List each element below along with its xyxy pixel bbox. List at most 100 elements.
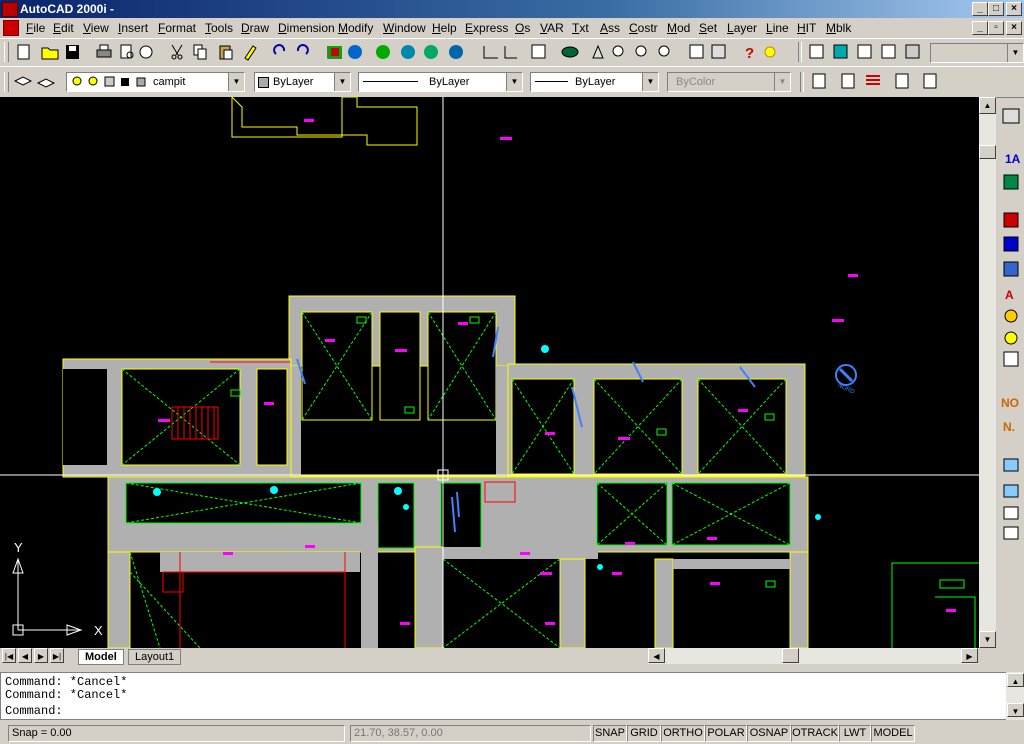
menu-dimension[interactable]: Dimension xyxy=(278,21,335,35)
menu-mblk[interactable]: Mblk xyxy=(826,21,851,35)
svg-text:NO: NO xyxy=(1001,396,1019,410)
scroll-up-button[interactable]: ▲ xyxy=(979,97,996,114)
ortho-toggle[interactable]: ORTHO xyxy=(661,725,705,742)
menu-window[interactable]: Window xyxy=(383,21,426,35)
menu-layer[interactable]: Layer xyxy=(727,21,757,35)
doc-restore-button[interactable]: ▫ xyxy=(988,21,1004,35)
viewport-toolbar-icons xyxy=(809,44,920,59)
menu-bar: File Edit View Insert Format Tools Draw … xyxy=(0,18,1024,38)
grid-toggle[interactable]: GRID xyxy=(627,725,661,742)
open-icon xyxy=(41,47,59,60)
menu-modify[interactable]: Modify xyxy=(338,21,373,35)
menu-costr[interactable]: Costr xyxy=(629,21,658,35)
zoom-realtime-icon xyxy=(612,45,624,57)
menu-help[interactable]: Help xyxy=(432,21,457,35)
command-scroll-up[interactable]: ▲ xyxy=(1007,673,1024,687)
publish-icon xyxy=(139,45,153,59)
menu-express[interactable]: Express xyxy=(465,21,508,35)
lineweight-combo[interactable]: ByLayer ▼ xyxy=(530,72,659,92)
menu-view[interactable]: View xyxy=(83,21,109,35)
undo-icon xyxy=(273,44,286,55)
ucs-axis-icon xyxy=(12,557,83,636)
layer-combo[interactable]: campit ▼ xyxy=(66,72,245,92)
horizontal-scroll-thumb[interactable] xyxy=(782,648,799,663)
close-button[interactable]: × xyxy=(1006,2,1022,16)
title-bar: AutoCAD 2000i - _ □ × xyxy=(0,0,1024,18)
polar-toggle[interactable]: POLAR xyxy=(705,725,747,742)
design-center-icon xyxy=(711,44,726,59)
zoom-previous-icon xyxy=(658,45,670,57)
otrack-toggle[interactable]: OTRACK xyxy=(791,725,839,742)
right-toolbar-icons[interactable]: 1A A NO N. xyxy=(999,97,1024,648)
command-scroll-down[interactable]: ▼ xyxy=(1007,703,1024,717)
plotstyle-value: ByColor xyxy=(676,76,716,88)
eye-icon xyxy=(561,46,579,58)
menu-ass[interactable]: Ass xyxy=(600,21,620,35)
color-value: ByLayer xyxy=(273,76,314,88)
status-bar: Snap = 0.00 21.70, 38.57, 0.00 SNAP GRID… xyxy=(0,723,1024,744)
tab-model[interactable]: Model xyxy=(78,649,124,665)
tab-next-button[interactable]: ▶ xyxy=(34,648,48,663)
menu-format[interactable]: Format xyxy=(158,21,196,35)
tab-layout1[interactable]: Layout1 xyxy=(128,649,182,665)
tab-first-button[interactable]: |◀ xyxy=(2,648,16,663)
menu-draw[interactable]: Draw xyxy=(241,21,269,35)
command-prompt[interactable]: Command: xyxy=(5,704,63,718)
scroll-left-button[interactable]: ◀ xyxy=(648,648,665,663)
lwt-toggle[interactable]: LWT xyxy=(839,725,871,742)
autocad-app-icon[interactable] xyxy=(2,2,18,17)
menu-insert[interactable]: Insert xyxy=(118,21,148,35)
scroll-down-button[interactable]: ▼ xyxy=(979,631,996,648)
zoom-extents-icon xyxy=(635,45,647,57)
linetype-combo[interactable]: ByLayer ▼ xyxy=(358,72,523,92)
browser-icon xyxy=(376,45,390,59)
color-combo[interactable]: ByLayer ▼ xyxy=(254,72,351,92)
window-title: AutoCAD 2000i - xyxy=(20,2,115,16)
minimize-button[interactable]: _ xyxy=(972,2,988,16)
block-toolbar-icons[interactable] xyxy=(808,72,948,92)
internet2-icon xyxy=(424,45,438,59)
floor-plan-drawing: NORD Y X xyxy=(0,97,979,648)
menu-txt[interactable]: Txt xyxy=(572,21,589,35)
right-toolbar: 1A A NO N. xyxy=(999,97,1024,648)
menu-set[interactable]: Set xyxy=(699,21,717,35)
doc-minimize-button[interactable]: _ xyxy=(972,21,988,35)
document-icon[interactable] xyxy=(3,20,19,36)
tab-prev-button[interactable]: ◀ xyxy=(18,648,32,663)
layer-manager-icons[interactable] xyxy=(12,72,62,92)
standard-toolbar: ? ▼ xyxy=(0,38,1024,67)
coordinates-display[interactable]: 21.70, 38.57, 0.00 xyxy=(350,725,591,742)
menu-edit[interactable]: Edit xyxy=(53,21,74,35)
standard-toolbar-icons: ? xyxy=(17,44,776,62)
menu-tools[interactable]: Tools xyxy=(205,21,233,35)
osnap-toggle[interactable]: OSNAP xyxy=(747,725,791,742)
copy-icon xyxy=(193,44,207,60)
menu-hit[interactable]: HIT xyxy=(797,21,816,35)
scroll-right-button[interactable]: ▶ xyxy=(961,648,978,663)
menu-var[interactable]: VAR xyxy=(540,21,564,35)
menu-mod[interactable]: Mod xyxy=(667,21,690,35)
viewport-scale-combo[interactable]: ▼ xyxy=(930,43,1024,63)
model-toggle[interactable]: MODEL xyxy=(871,725,915,742)
vertical-scrollbar[interactable]: ▲ ▼ xyxy=(979,97,996,648)
menu-line[interactable]: Line xyxy=(766,21,789,35)
command-window[interactable]: Command: *Cancel* Command: *Cancel* Comm… xyxy=(0,672,1008,720)
horizontal-scrollbar[interactable]: ◀ ▶ xyxy=(648,648,978,664)
menu-file[interactable]: File xyxy=(26,21,45,35)
ucs-icon xyxy=(504,46,517,59)
help-icon: ? xyxy=(745,45,754,62)
tab-last-button[interactable]: ▶| xyxy=(50,648,64,663)
preview-icon xyxy=(120,44,134,59)
vertical-scroll-thumb[interactable] xyxy=(979,145,996,159)
snap-toggle[interactable]: SNAP xyxy=(593,725,627,742)
command-scrollbar[interactable]: ▲ ▼ xyxy=(1006,672,1024,720)
spark-icon xyxy=(764,46,776,58)
drawing-area[interactable]: NORD Y X xyxy=(0,97,979,648)
svg-text:A: A xyxy=(1005,288,1014,302)
menu-os[interactable]: Os xyxy=(515,21,530,35)
snap-info: Snap = 0.00 xyxy=(8,725,345,742)
maximize-button[interactable]: □ xyxy=(988,2,1004,16)
pan-icon xyxy=(483,46,498,59)
doc-close-button[interactable]: × xyxy=(1006,21,1022,35)
properties-icon xyxy=(689,44,704,59)
